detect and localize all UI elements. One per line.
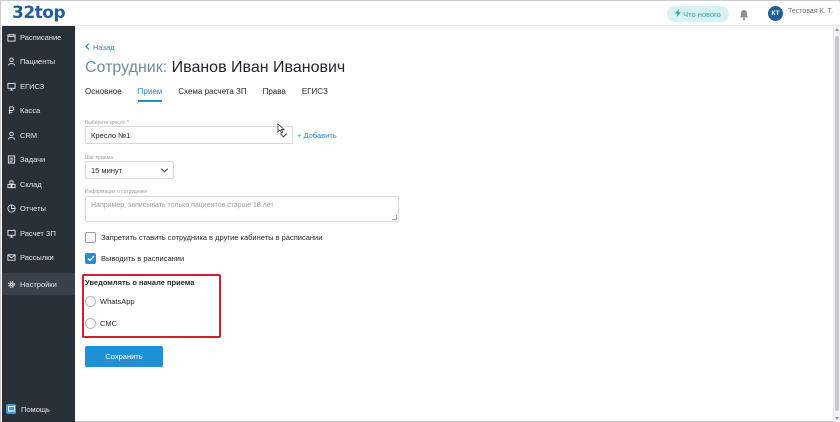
sidebar-item-label: CRM [20, 130, 38, 140]
person-icon [6, 130, 16, 140]
save-button[interactable]: Сохранить [85, 346, 163, 367]
info-placeholder: Например, записывать только пациентов ст… [91, 202, 274, 209]
mouse-cursor-icon [277, 121, 286, 134]
sidebar-item-label: Расписание [20, 32, 62, 42]
scroll-down-arrow[interactable] [835, 417, 839, 420]
show-in-schedule-row[interactable]: Выводить в расписании [85, 253, 184, 264]
gear-icon [6, 279, 16, 289]
sidebar-item-label: Задачи [20, 155, 46, 164]
resize-handle-icon[interactable] [392, 215, 397, 220]
chair-select[interactable]: Кресло №1 [85, 126, 293, 144]
whats-new-button[interactable]: Что нового [667, 6, 729, 22]
page-title: Сотрудник: Иванов Иван Иванович [85, 59, 345, 77]
sidebar-item-cashbox[interactable]: Касса [2, 100, 75, 122]
boxes-icon [6, 179, 16, 189]
help-link[interactable]: Помощь [6, 404, 50, 414]
whatsapp-label: WhatsApp [100, 297, 135, 306]
back-link[interactable]: Назад [85, 43, 115, 52]
sidebar-item-label: Отчеты [20, 204, 46, 213]
notify-title: Уведомлять о начале приема [85, 278, 195, 287]
sidebar-item-schedule[interactable]: Расписание [2, 26, 75, 48]
scroll-thumb[interactable] [835, 36, 839, 411]
show-in-schedule-checkbox[interactable] [85, 253, 96, 264]
sidebar-item-settings[interactable]: Настройки [2, 273, 75, 295]
lightning-icon [675, 9, 682, 19]
notify-option-whatsapp[interactable]: WhatsApp [85, 296, 135, 307]
sidebar-item-label: Настройки [20, 279, 57, 289]
ruble-icon [6, 106, 16, 116]
forbid-cabinets-label: Запретить ставить сотрудника в другие ка… [101, 233, 323, 242]
show-in-schedule-label: Выводить в расписании [101, 254, 185, 263]
scroll-up-arrow[interactable] [835, 28, 839, 31]
info-label: Информация о сотруднике [85, 189, 148, 195]
chevron-left-icon [85, 43, 90, 52]
sidebar-item-label: Рассылки [20, 253, 54, 262]
step-select[interactable]: 15 минут [85, 161, 174, 179]
sidebar-item-patients[interactable]: Пациенты [2, 51, 75, 73]
forbid-cabinets-checkbox[interactable] [85, 232, 96, 243]
whatsapp-radio[interactable] [85, 296, 96, 307]
tab-egisz[interactable]: ЕГИСЗ [302, 87, 328, 103]
check-icon [87, 255, 95, 262]
tab-rights[interactable]: Права [263, 87, 286, 103]
sidebar-item-crm[interactable]: CRM [2, 124, 75, 146]
sms-label: СМС [100, 319, 117, 328]
tab-bar: Основное Прием Схема расчета ЗП Права ЕГ… [85, 87, 344, 103]
step-value: 15 минут [91, 165, 123, 175]
tab-appointment[interactable]: Прием [137, 87, 162, 103]
user-name[interactable]: Тестовая К. Т. [788, 8, 833, 15]
pie-icon [6, 204, 16, 214]
sidebar-item-label: Пациенты [20, 57, 56, 66]
chevron-down-icon [160, 165, 169, 173]
help-label: Помощь [21, 404, 50, 414]
sidebar-item-reports[interactable]: Отчеты [2, 198, 75, 220]
whats-new-label: Что нового [683, 9, 721, 19]
forbid-cabinets-row[interactable]: Запретить ставить сотрудника в другие ка… [85, 232, 322, 243]
sidebar-item-label: Расчет ЗП [20, 228, 56, 238]
sidebar-item-label: Склад [20, 179, 42, 189]
sidebar-item-egisz[interactable]: ЕГИСЗ [2, 75, 75, 97]
tasks-icon [6, 155, 16, 165]
chair-value: Кресло №1 [91, 130, 131, 140]
page-title-prefix: Сотрудник: [85, 59, 168, 76]
avatar[interactable]: КТ [768, 6, 783, 21]
page-title-name: Иванов Иван Иванович [171, 59, 346, 76]
top-bar: 32top Что нового КТ Тестовая К. Т. [2, 2, 840, 26]
monitor-icon [6, 228, 16, 238]
app-window: 32top Что нового КТ Тестовая К. Т. Распи… [0, 0, 840, 422]
tab-payroll-scheme[interactable]: Схема расчета ЗП [178, 87, 246, 103]
page-scrollbar[interactable] [833, 26, 840, 422]
help-icon [6, 404, 16, 414]
bell-icon[interactable] [738, 8, 750, 21]
sidebar-item-tasks[interactable]: Задачи [2, 149, 75, 171]
monitor-icon [6, 81, 16, 91]
sidebar-item-mailings[interactable]: Рассылки [2, 247, 75, 269]
sms-radio[interactable] [85, 318, 96, 329]
sidebar-item-label: Касса [20, 106, 41, 115]
mail-icon [6, 253, 16, 263]
sidebar: Расписание Пациенты ЕГИСЗ Касса CRM Зада… [2, 26, 75, 422]
back-label: Назад [93, 43, 115, 52]
info-textarea[interactable]: Например, записывать только пациентов ст… [85, 196, 399, 222]
notify-option-sms[interactable]: СМС [85, 318, 117, 329]
add-chair-link[interactable]: + Добавить [297, 131, 337, 140]
calendar-icon [6, 32, 16, 42]
app-logo[interactable]: 32top [12, 3, 66, 23]
person-icon [6, 57, 16, 67]
sidebar-item-payroll[interactable]: Расчет ЗП [2, 222, 75, 244]
sidebar-item-label: ЕГИСЗ [20, 81, 45, 91]
sidebar-item-warehouse[interactable]: Склад [2, 173, 75, 195]
tab-general[interactable]: Основное [85, 87, 122, 103]
